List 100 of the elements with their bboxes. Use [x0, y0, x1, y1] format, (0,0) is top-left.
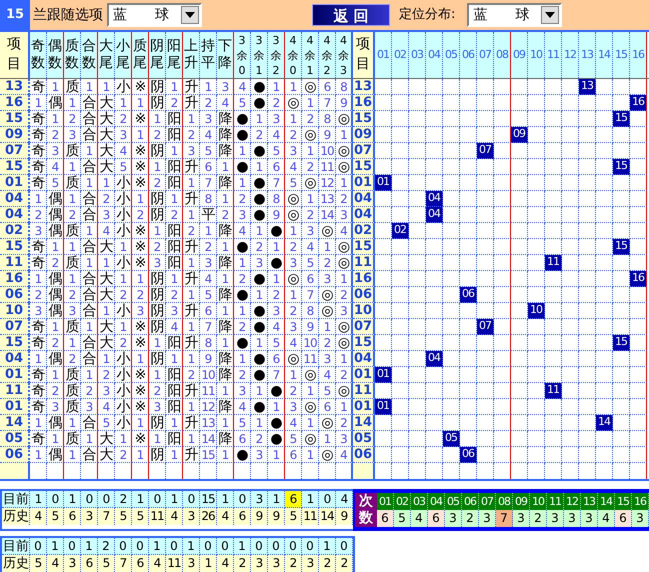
table-cell: 1	[166, 143, 183, 159]
table-cell: ※	[132, 239, 149, 255]
table-cell: 4	[285, 335, 302, 351]
table-cell: 4	[234, 223, 251, 239]
table-cell: 1	[30, 95, 47, 111]
table-cell: 1	[183, 255, 200, 271]
table-cell: 4	[234, 399, 251, 415]
table-cell: 合	[81, 351, 98, 367]
table-cell: 1	[234, 255, 251, 271]
table-cell: 2	[115, 111, 132, 127]
table-cell: 1	[132, 271, 149, 287]
table-cell: 质	[64, 255, 81, 271]
table-cell: 3	[64, 555, 81, 572]
table-cell: 质	[64, 143, 81, 159]
position-label: 02	[394, 493, 411, 510]
table-cell: 13	[319, 191, 336, 207]
table-cell: 降	[217, 175, 234, 191]
table-cell: 6	[285, 491, 302, 508]
table-cell: 升	[183, 79, 200, 95]
count-cell: 3	[445, 510, 462, 527]
table-cell: 升	[183, 159, 200, 175]
table-cell: 7	[268, 175, 285, 191]
table-cell: 降	[217, 111, 234, 127]
table-cell: 1	[98, 79, 115, 95]
header-cell: 4余3	[336, 32, 353, 78]
header-cell: 16	[630, 32, 647, 78]
row-number: 11	[0, 383, 30, 399]
row-number: 05	[353, 431, 375, 447]
header-cell: 4余2	[319, 32, 336, 78]
table-cell: 14	[200, 431, 217, 447]
table-cell: 2	[217, 207, 234, 223]
table-cell: 7	[98, 508, 115, 525]
table-cell: 1	[47, 319, 64, 335]
table-cell: 1	[81, 431, 98, 447]
table-cell: 2	[234, 271, 251, 287]
table-cell: ●	[251, 191, 268, 207]
table-cell: 2	[302, 159, 319, 175]
table-cell: 奇	[30, 175, 47, 191]
table-cell: 降	[217, 287, 234, 303]
header-cell: 11	[545, 32, 562, 78]
table-cell: 质	[64, 223, 81, 239]
table-cell: 1	[166, 415, 183, 431]
count-cell: 3	[547, 510, 564, 527]
table-cell: 小	[115, 79, 132, 95]
table-cell: 5	[115, 159, 132, 175]
table-cell: 1	[149, 159, 166, 175]
table-cell: 9	[319, 127, 336, 143]
table-cell: ◎	[285, 351, 302, 367]
table-cell: 1	[217, 191, 234, 207]
row-number: 01	[0, 367, 30, 383]
table-cell: 1	[98, 175, 115, 191]
row-number: 02	[353, 223, 375, 239]
table-cell: 2	[149, 175, 166, 191]
row-number: 15	[353, 335, 375, 351]
position-select[interactable]: 蓝 球	[467, 3, 562, 27]
table-cell: 1	[268, 399, 285, 415]
table-cell: 3	[268, 303, 285, 319]
table-cell: 阳	[166, 223, 183, 239]
follow-select[interactable]: 蓝 球	[107, 3, 202, 27]
table-cell: 偶	[47, 95, 64, 111]
table-cell: 1	[81, 319, 98, 335]
table-cell: 3	[132, 303, 149, 319]
row-number: 04	[353, 207, 375, 223]
table-cell: 阳	[166, 367, 183, 383]
table-cell: 阳	[166, 239, 183, 255]
row-number: 06	[353, 287, 375, 303]
table-cell: 1	[166, 191, 183, 207]
table-cell: 1	[251, 383, 268, 399]
table-cell: 10	[319, 143, 336, 159]
row-number: 07	[0, 143, 30, 159]
count-cell: 3	[513, 510, 530, 527]
table-cell: ◎	[302, 79, 319, 95]
table-cell: 阴	[149, 319, 166, 335]
table-cell: 合	[81, 415, 98, 431]
table-cell: 小	[115, 367, 132, 383]
table-cell: 奇	[30, 79, 47, 95]
position-label: 03	[411, 493, 428, 510]
table-cell: 2	[47, 127, 64, 143]
table-cell: 6	[302, 271, 319, 287]
table-cell: 降	[217, 255, 234, 271]
table-cell: ●	[251, 351, 268, 367]
table-cell: 2	[183, 367, 200, 383]
table-cell: ※	[132, 367, 149, 383]
count-cell: 3	[632, 510, 649, 527]
table-cell: 2	[149, 383, 166, 399]
back-button[interactable]: 返 回	[312, 4, 390, 26]
count-cell: 6	[428, 510, 445, 527]
position-label: 04	[428, 493, 445, 510]
header-cell: 06	[460, 32, 477, 78]
table-cell: 1	[200, 79, 217, 95]
position-label: 11	[547, 493, 564, 510]
table-cell: 大	[98, 127, 115, 143]
table-cell: 11	[302, 351, 319, 367]
table-cell: 奇	[30, 159, 47, 175]
table-cell: ●	[251, 319, 268, 335]
table-cell: 1	[268, 447, 285, 463]
table-cell: 大	[98, 159, 115, 175]
table-cell: 3	[30, 223, 47, 239]
table-cell: ◎	[302, 367, 319, 383]
position-label: 12	[564, 493, 581, 510]
